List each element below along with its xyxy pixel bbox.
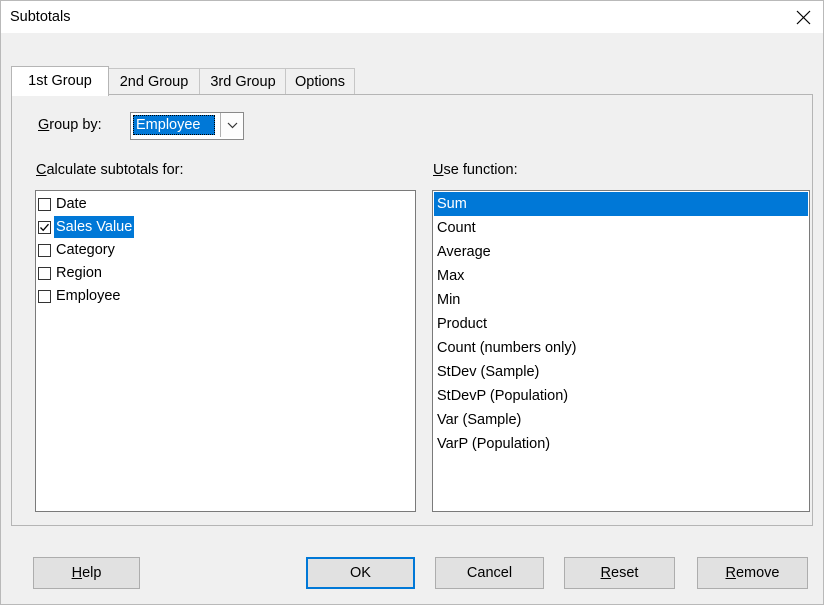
checkbox-checked[interactable] xyxy=(38,220,51,234)
function-item-product[interactable]: Product xyxy=(434,312,808,336)
close-button[interactable] xyxy=(783,1,823,33)
use-function-list[interactable]: Sum Count Average Max Min Product Count … xyxy=(432,190,810,512)
checkmark-icon xyxy=(40,223,49,231)
dropdown-button[interactable] xyxy=(220,113,243,137)
calculate-subtotals-label: Calculate subtotals for: xyxy=(36,162,184,178)
function-item-stdev[interactable]: StDev (Sample) xyxy=(434,360,808,384)
list-item-sales-value[interactable]: Sales Value xyxy=(38,216,135,238)
calculate-subtotals-list[interactable]: Date Sales Value Category Region Employe… xyxy=(35,190,416,512)
tab-options[interactable]: Options xyxy=(285,68,355,95)
checkbox[interactable] xyxy=(38,197,51,211)
function-item-average[interactable]: Average xyxy=(434,240,808,264)
tab-1st-group[interactable]: 1st Group xyxy=(11,66,109,96)
list-item-label: Region xyxy=(56,265,102,281)
group-by-dropdown[interactable]: Employee xyxy=(130,112,244,140)
function-item-count[interactable]: Count xyxy=(434,216,808,240)
function-item-sum[interactable]: Sum xyxy=(434,192,808,216)
use-function-label: Use function: xyxy=(433,162,518,178)
group-by-value: Employee xyxy=(133,115,215,135)
chevron-down-icon xyxy=(227,122,237,128)
function-item-stdevp[interactable]: StDevP (Population) xyxy=(434,384,808,408)
title-bar: Subtotals xyxy=(1,1,823,33)
function-item-var[interactable]: Var (Sample) xyxy=(434,408,808,432)
list-item-region[interactable]: Region xyxy=(38,262,104,284)
remove-button[interactable]: Remove xyxy=(697,557,808,589)
list-item-label: Employee xyxy=(56,288,121,304)
function-item-count-numbers[interactable]: Count (numbers only) xyxy=(434,336,808,360)
close-icon xyxy=(796,10,810,24)
list-item-label: Sales Value xyxy=(54,216,135,238)
checkbox[interactable] xyxy=(38,266,51,280)
tab-3rd-group[interactable]: 3rd Group xyxy=(199,68,287,95)
cancel-button[interactable]: Cancel xyxy=(435,557,544,589)
function-item-varp[interactable]: VarP (Population) xyxy=(434,432,808,456)
list-item-date[interactable]: Date xyxy=(38,193,89,215)
list-item-employee[interactable]: Employee xyxy=(38,285,122,307)
reset-button[interactable]: Reset xyxy=(564,557,675,589)
checkbox[interactable] xyxy=(38,243,51,257)
list-item-label: Category xyxy=(56,242,115,258)
function-item-max[interactable]: Max xyxy=(434,264,808,288)
help-button[interactable]: Help xyxy=(33,557,140,589)
tab-2nd-group[interactable]: 2nd Group xyxy=(107,68,201,95)
group-by-label: Group by: xyxy=(38,117,102,133)
function-item-min[interactable]: Min xyxy=(434,288,808,312)
list-item-label: Date xyxy=(56,196,87,212)
list-item-category[interactable]: Category xyxy=(38,239,117,261)
dialog-title: Subtotals xyxy=(10,9,71,25)
checkbox[interactable] xyxy=(38,289,51,303)
ok-button[interactable]: OK xyxy=(306,557,415,589)
